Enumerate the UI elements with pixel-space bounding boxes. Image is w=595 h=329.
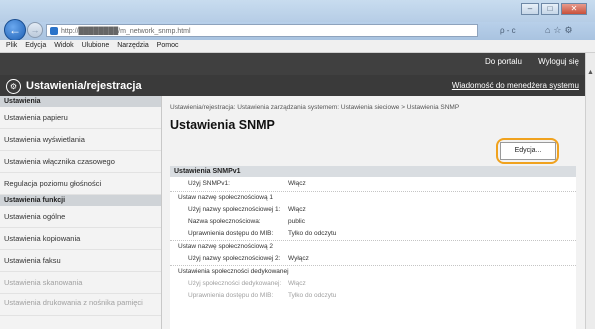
scroll-up-icon[interactable]: ▲ bbox=[587, 69, 594, 76]
community1-use-value: Włącz bbox=[288, 206, 306, 213]
sidebar: Ustawienia Ustawienia papieru Ustawienia… bbox=[0, 96, 162, 329]
forward-icon[interactable]: → bbox=[27, 22, 43, 38]
header-links: Do portalu Wyloguj się bbox=[471, 57, 579, 66]
sidebar-item-display[interactable]: Ustawienia wyświetlania bbox=[0, 129, 161, 151]
dedicated-title: Ustawienia społeczności dedykowanej bbox=[178, 268, 289, 275]
breadcrumb: Ustawienia/rejestracja: Ustawienia zarzą… bbox=[170, 104, 460, 111]
community1-mib-label: Uprawnienia dostępu do MIB: bbox=[188, 230, 274, 237]
sidebar-item-fax[interactable]: Ustawienia faksu bbox=[0, 250, 161, 272]
page-scrollbar[interactable]: ▲ bbox=[585, 53, 595, 329]
use-snmpv1-label: Użyj SNMPv1: bbox=[188, 180, 230, 187]
community1-name-value: public bbox=[288, 218, 305, 225]
dedicated-mib-row: Uprawnienia dostępu do MIB: Tylko do odc… bbox=[170, 290, 576, 302]
dedicated-use-label: Użyj społeczności dedykowanej: bbox=[188, 280, 282, 287]
address-bar: ← → http://████████/m_network_snmp.html … bbox=[0, 19, 595, 41]
url-field[interactable]: http://████████/m_network_snmp.html bbox=[46, 24, 478, 37]
dedicated-use-row: Użyj społeczności dedykowanej: Włącz bbox=[170, 278, 576, 290]
dedicated-mib-label: Uprawnienia dostępu do MIB: bbox=[188, 292, 274, 299]
dedicated-title-row: Ustawienia społeczności dedykowanej bbox=[170, 265, 576, 278]
page-title: Ustawienia SNMP bbox=[170, 118, 275, 132]
use-snmpv1-value: Włącz bbox=[288, 180, 306, 187]
community2-use-label: Użyj nazwy społecznościowej 2: bbox=[188, 255, 281, 262]
home-favorites-tools-icons[interactable]: ⌂☆⚙ bbox=[545, 24, 576, 37]
community1-title-row: Ustaw nazwę społecznościową 1 bbox=[170, 191, 576, 204]
menu-ulubione[interactable]: Ulubione bbox=[82, 42, 110, 49]
menu-pomoc[interactable]: Pomoc bbox=[157, 42, 179, 49]
snmpv1-section-title: Ustawienia SNMPv1 bbox=[170, 166, 576, 177]
community1-use-label: Użyj nazwy społecznościowej 1: bbox=[188, 206, 281, 213]
message-manager-link[interactable]: Wiadomość do menedżera systemu bbox=[452, 81, 579, 90]
header-topline: Do portalu Wyloguj się bbox=[0, 53, 585, 75]
page-favicon-icon bbox=[50, 27, 58, 35]
sidebar-group-settings: Ustawienia bbox=[0, 96, 161, 107]
edit-highlight-ring bbox=[496, 138, 559, 164]
window-controls: – □ ✕ bbox=[519, 3, 587, 15]
logout-link[interactable]: Wyloguj się bbox=[538, 57, 579, 66]
use-snmpv1-row: Użyj SNMPv1: Włącz bbox=[170, 177, 576, 191]
sidebar-item-general[interactable]: Ustawienia ogólne bbox=[0, 206, 161, 228]
menu-edycja[interactable]: Edycja bbox=[25, 42, 46, 49]
settings-registration-icon: ⚙ bbox=[6, 79, 21, 94]
close-icon[interactable]: ✕ bbox=[561, 3, 587, 15]
community1-use-row: Użyj nazwy społecznościowej 1: Włącz bbox=[170, 204, 576, 216]
sidebar-item-paper[interactable]: Ustawienia papieru bbox=[0, 107, 161, 129]
menu-plik[interactable]: Plik bbox=[6, 42, 17, 49]
section-title: Ustawienia/rejestracja bbox=[26, 80, 142, 92]
app-header: Do portalu Wyloguj się ⚙ Ustawienia/reje… bbox=[0, 53, 585, 96]
community2-title: Ustaw nazwę społecznościową 2 bbox=[178, 243, 274, 250]
main-content: Ustawienia/rejestracja: Ustawienia zarzą… bbox=[170, 96, 580, 329]
sidebar-item-timer[interactable]: Ustawienia włącznika czasowego bbox=[0, 151, 161, 173]
back-icon[interactable]: ← bbox=[4, 19, 26, 41]
portal-link[interactable]: Do portalu bbox=[485, 57, 522, 66]
minimize-icon[interactable]: – bbox=[521, 3, 539, 15]
community1-name-label: Nazwa społecznościowa: bbox=[188, 218, 261, 225]
sidebar-item-copy[interactable]: Ustawienia kopiowania bbox=[0, 228, 161, 250]
community1-name-row: Nazwa społecznościowa: public bbox=[170, 216, 576, 228]
sidebar-group-functions: Ustawienia funkcji bbox=[0, 195, 161, 206]
sidebar-item-memory-print[interactable]: Ustawienia drukowania z nośnika pamięci bbox=[0, 294, 161, 316]
window-titlebar: – □ ✕ bbox=[0, 0, 595, 22]
menu-widok[interactable]: Widok bbox=[54, 42, 73, 49]
url-text: http://████████/m_network_snmp.html bbox=[61, 28, 191, 35]
community2-use-value: Wyłącz bbox=[288, 255, 309, 262]
dedicated-mib-value: Tylko do odczytu bbox=[288, 292, 337, 299]
community1-title: Ustaw nazwę społecznościową 1 bbox=[178, 194, 274, 201]
search-refresh[interactable]: ρ - c bbox=[500, 24, 540, 37]
community1-mib-row: Uprawnienia dostępu do MIB: Tylko do odc… bbox=[170, 228, 576, 240]
menu-bar: Plik Edycja Widok Ulubione Narzędzia Pom… bbox=[0, 40, 595, 53]
menu-narzedzia[interactable]: Narzędzia bbox=[117, 42, 149, 49]
sidebar-item-scan[interactable]: Ustawienia skanowania bbox=[0, 272, 161, 294]
community2-title-row: Ustaw nazwę społecznościową 2 bbox=[170, 240, 576, 253]
community2-use-row: Użyj nazwy społecznościowej 2: Wyłącz bbox=[170, 253, 576, 265]
maximize-icon[interactable]: □ bbox=[541, 3, 559, 15]
sidebar-item-volume[interactable]: Regulacja poziomu głośności bbox=[0, 173, 161, 195]
community1-mib-value: Tylko do odczytu bbox=[288, 230, 337, 237]
snmpv1-section: Ustawienia SNMPv1 Użyj SNMPv1: Włącz Ust… bbox=[170, 166, 576, 329]
dedicated-use-value: Włącz bbox=[288, 280, 306, 287]
